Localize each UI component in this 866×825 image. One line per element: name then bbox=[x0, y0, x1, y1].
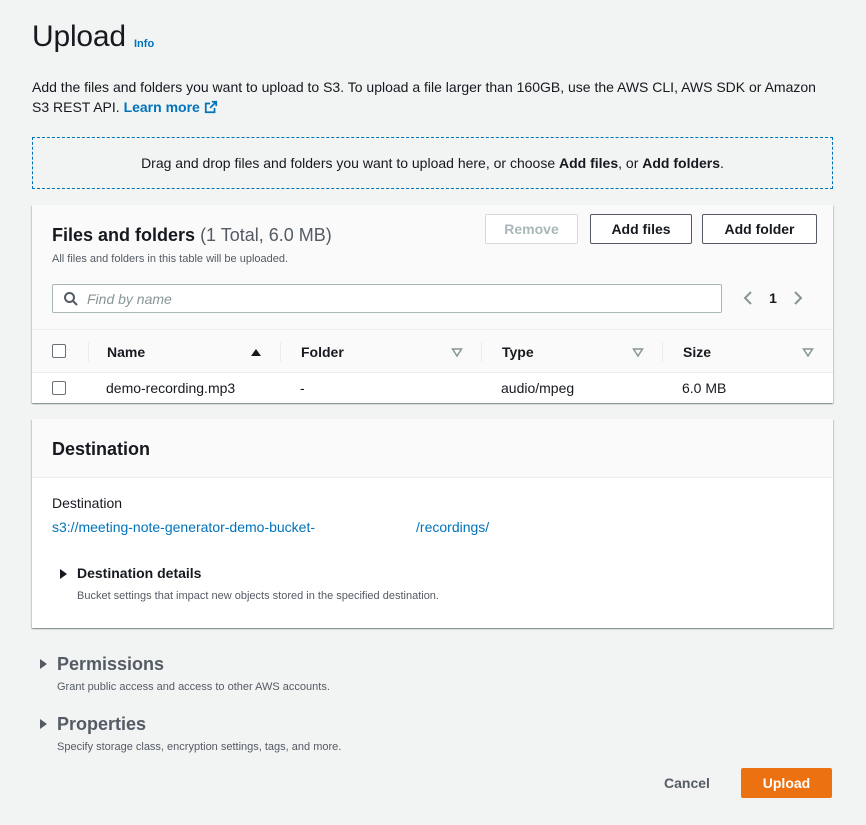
dropzone-text: Drag and drop files and folders you want… bbox=[141, 155, 724, 171]
learn-more-link[interactable]: Learn more bbox=[124, 99, 218, 115]
chevron-right-icon bbox=[794, 291, 803, 305]
dropzone-text-middle: , or bbox=[618, 155, 643, 171]
cancel-button[interactable]: Cancel bbox=[652, 768, 722, 798]
dropzone-text-before: Drag and drop files and folders you want… bbox=[141, 155, 559, 171]
info-link[interactable]: Info bbox=[134, 38, 154, 50]
destination-header bbox=[32, 419, 833, 478]
file-type: audio/mpeg bbox=[501, 380, 575, 396]
select-all-checkbox[interactable] bbox=[52, 344, 66, 358]
search-box bbox=[52, 284, 722, 313]
files-count: (1 Total, 6.0 MB) bbox=[200, 225, 332, 245]
destination-details-description: Bucket settings that impact new objects … bbox=[77, 590, 439, 602]
file-name: demo-recording.mp3 bbox=[106, 380, 236, 396]
permissions-toggle[interactable]: Permissions bbox=[57, 654, 164, 675]
table-header: Name Folder Type Size bbox=[32, 329, 833, 373]
pagination: 1 bbox=[738, 287, 818, 309]
column-divider bbox=[88, 342, 89, 362]
prev-page-button[interactable] bbox=[738, 288, 758, 308]
files-panel: Files and folders (1 Total, 6.0 MB) All … bbox=[32, 205, 833, 403]
files-title-label: Files and folders bbox=[52, 225, 196, 245]
sort-icon[interactable] bbox=[802, 346, 814, 358]
table-row[interactable]: demo-recording.mp3 - audio/mpeg 6.0 MB bbox=[32, 373, 833, 403]
file-folder: - bbox=[300, 380, 305, 396]
column-header-folder[interactable]: Folder bbox=[301, 344, 344, 360]
dropzone-text-after: . bbox=[720, 155, 724, 171]
next-page-button[interactable] bbox=[788, 288, 808, 308]
destination-path-link[interactable]: s3://meeting-note-generator-demo-bucket-… bbox=[52, 519, 489, 535]
column-header-size[interactable]: Size bbox=[683, 344, 711, 360]
destination-label: Destination bbox=[52, 495, 123, 511]
properties-description: Specify storage class, encryption settin… bbox=[57, 741, 342, 753]
permissions-description: Grant public access and access to other … bbox=[57, 681, 330, 693]
dropzone-add-files: Add files bbox=[559, 155, 619, 171]
column-header-type[interactable]: Type bbox=[502, 344, 534, 360]
external-link-icon bbox=[204, 100, 217, 114]
destination-details-toggle[interactable]: Destination details bbox=[77, 565, 201, 581]
properties-toggle[interactable]: Properties bbox=[57, 714, 146, 735]
page-description: Add the files and folders you want to up… bbox=[32, 77, 832, 117]
files-title: Files and folders (1 Total, 6.0 MB) bbox=[52, 225, 332, 246]
column-divider bbox=[280, 342, 281, 362]
add-files-button[interactable]: Add files bbox=[590, 214, 692, 244]
add-folder-button[interactable]: Add folder bbox=[702, 214, 817, 244]
files-subtitle: All files and folders in this table will… bbox=[52, 253, 289, 265]
column-divider bbox=[662, 342, 663, 362]
destination-title: Destination bbox=[52, 439, 151, 459]
sort-ascending-icon[interactable] bbox=[250, 346, 262, 358]
remove-button[interactable]: Remove bbox=[485, 214, 578, 244]
row-checkbox[interactable] bbox=[52, 381, 66, 395]
page-number[interactable]: 1 bbox=[758, 290, 788, 306]
destination-panel: Destination Destination s3://meeting-not… bbox=[32, 419, 833, 628]
upload-button[interactable]: Upload bbox=[741, 768, 832, 798]
drop-zone[interactable]: Drag and drop files and folders you want… bbox=[32, 137, 833, 189]
file-size: 6.0 MB bbox=[682, 380, 727, 396]
search-input[interactable] bbox=[87, 285, 707, 312]
column-header-name[interactable]: Name bbox=[107, 344, 145, 360]
destination-path-prefix: s3://meeting-note-generator-demo-bucket- bbox=[52, 519, 316, 535]
dropzone-add-folders: Add folders bbox=[642, 155, 721, 171]
column-divider bbox=[481, 342, 482, 362]
learn-more-label: Learn more bbox=[123, 99, 200, 115]
caret-right-icon[interactable] bbox=[38, 719, 48, 729]
page-title: Upload bbox=[32, 20, 126, 53]
caret-right-icon[interactable] bbox=[38, 659, 48, 669]
search-icon bbox=[64, 292, 78, 306]
sort-icon[interactable] bbox=[632, 346, 644, 358]
destination-path-suffix: /recordings/ bbox=[416, 519, 490, 535]
sort-icon[interactable] bbox=[451, 346, 463, 358]
chevron-left-icon bbox=[743, 291, 752, 305]
caret-right-icon[interactable] bbox=[58, 569, 68, 579]
